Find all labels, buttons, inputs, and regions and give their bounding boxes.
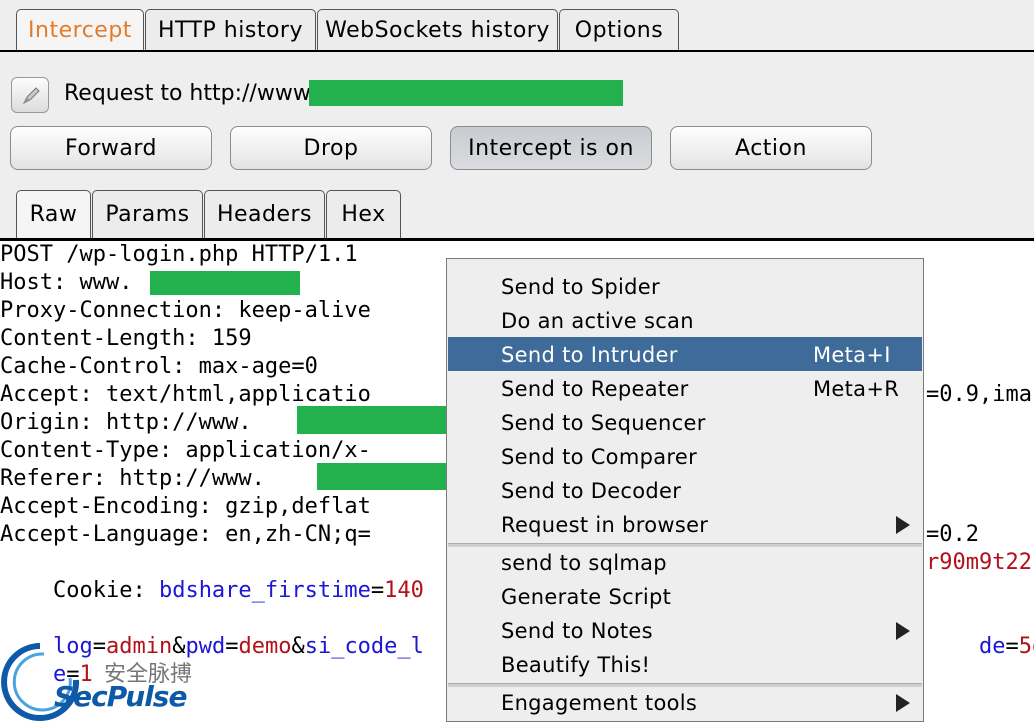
menu-item-send-to-spider[interactable]: Send to Spider [448,269,922,303]
pencil-icon [22,87,40,105]
tab-params[interactable]: Params [92,190,203,238]
redacted-referer [317,463,449,490]
header-accept-encoding: Accept-Encoding: gzip,deflat [0,494,371,519]
accept-language-fragment: =0.2 [926,522,979,547]
header-proxy-connection: Proxy-Connection: keep-alive [0,298,371,323]
main-tab-bar: Intercept HTTP history WebSockets histor… [0,0,1034,58]
tab-headers[interactable]: Headers [204,190,325,238]
menu-item-send-to-comparer[interactable]: Send to Comparer [448,439,922,473]
menu-item-active-scan[interactable]: Do an active scan [448,303,922,337]
tab-options[interactable]: Options [559,9,679,51]
menu-item-send-to-decoder[interactable]: Send to Decoder [448,473,922,507]
secpulse-watermark: 安全脉搏 SecPulse [0,640,200,722]
request-target-label: Request to http://www. [64,81,316,106]
request-line: POST /wp-login.php HTTP/1.1 [0,242,358,267]
submenu-arrow-icon [896,622,910,640]
menu-item-send-to-sqlmap[interactable]: send to sqlmap [448,545,922,579]
cookie-key: Cookie: [52,578,159,603]
body-params: log=admin&pwd=demo&si_code_l [52,634,424,659]
header-referer: Referer: http://www. [0,466,265,491]
header-content-type: Content-Type: application/x- [0,438,371,463]
menu-item-beautify[interactable]: Beautify This! [448,647,922,681]
menu-item-send-to-sequencer[interactable]: Send to Sequencer [448,405,922,439]
menu-item-send-to-repeater[interactable]: Send to Repeater Meta+R [448,371,922,405]
shortcut-label: Meta+R [813,377,900,401]
param-key: si_code_l [304,634,424,659]
menu-item-generate-script[interactable]: Generate Script [448,579,922,613]
watermark-brand-text: SecPulse [54,680,187,713]
param-value: 5ek3 [1018,634,1034,659]
menu-item-send-to-notes[interactable]: Send to Notes [448,613,922,647]
param-equals: = [1005,634,1019,659]
header-cache-control: Cache-Control: max-age=0 [0,354,318,379]
submenu-arrow-icon [896,516,910,534]
menu-item-request-in-browser[interactable]: Request in browser [448,507,922,541]
header-cookie: Cookie: bdshare_firstime=140 [0,549,424,603]
cookie-value-fragment: r90m9t22 [926,550,1032,575]
shortcut-label: Meta+I [813,343,891,367]
submenu-arrow-icon [896,694,910,712]
edit-request-button[interactable] [11,77,49,113]
body-fragment: de=5ek3 [926,605,1034,659]
tab-raw[interactable]: Raw [16,190,91,238]
forward-button[interactable]: Forward [10,126,212,170]
tab-hex[interactable]: Hex [326,190,401,238]
param-separator: & [291,634,305,659]
drop-button[interactable]: Drop [230,126,432,170]
param-key: de [978,634,1006,659]
header-accept-language: Accept-Language: en,zh-CN;q= [0,522,371,547]
menu-item-engagement-tools[interactable]: Engagement tools [448,685,922,719]
redacted-host [309,80,623,106]
param-value: demo [238,634,292,659]
context-menu: Send to Spider Do an active scan Send to… [446,258,924,722]
cookie-name: bdshare_firstime [158,578,371,603]
header-accept: Accept: text/html,applicatio [0,382,371,407]
tab-http-history[interactable]: HTTP history [145,9,316,51]
header-host: Host: www. [0,270,133,295]
header-content-length: Content-Length: 159 [0,326,252,351]
menu-item-send-to-intruder[interactable]: Send to Intruder Meta+I [448,337,922,371]
accept-fragment: =0.9,ima [926,382,1032,407]
cookie-equals: = [370,578,385,603]
cookie-value: 140 [384,578,424,603]
redacted-host-header [150,271,300,295]
tab-intercept[interactable]: Intercept [16,9,144,51]
redacted-origin [297,406,447,434]
intercept-toggle-button[interactable]: Intercept is on [450,126,652,170]
action-button[interactable]: Action [670,126,872,170]
header-origin: Origin: http://www. [0,410,252,435]
tab-divider [0,50,1034,52]
tab-websockets-history[interactable]: WebSockets history [317,9,558,51]
